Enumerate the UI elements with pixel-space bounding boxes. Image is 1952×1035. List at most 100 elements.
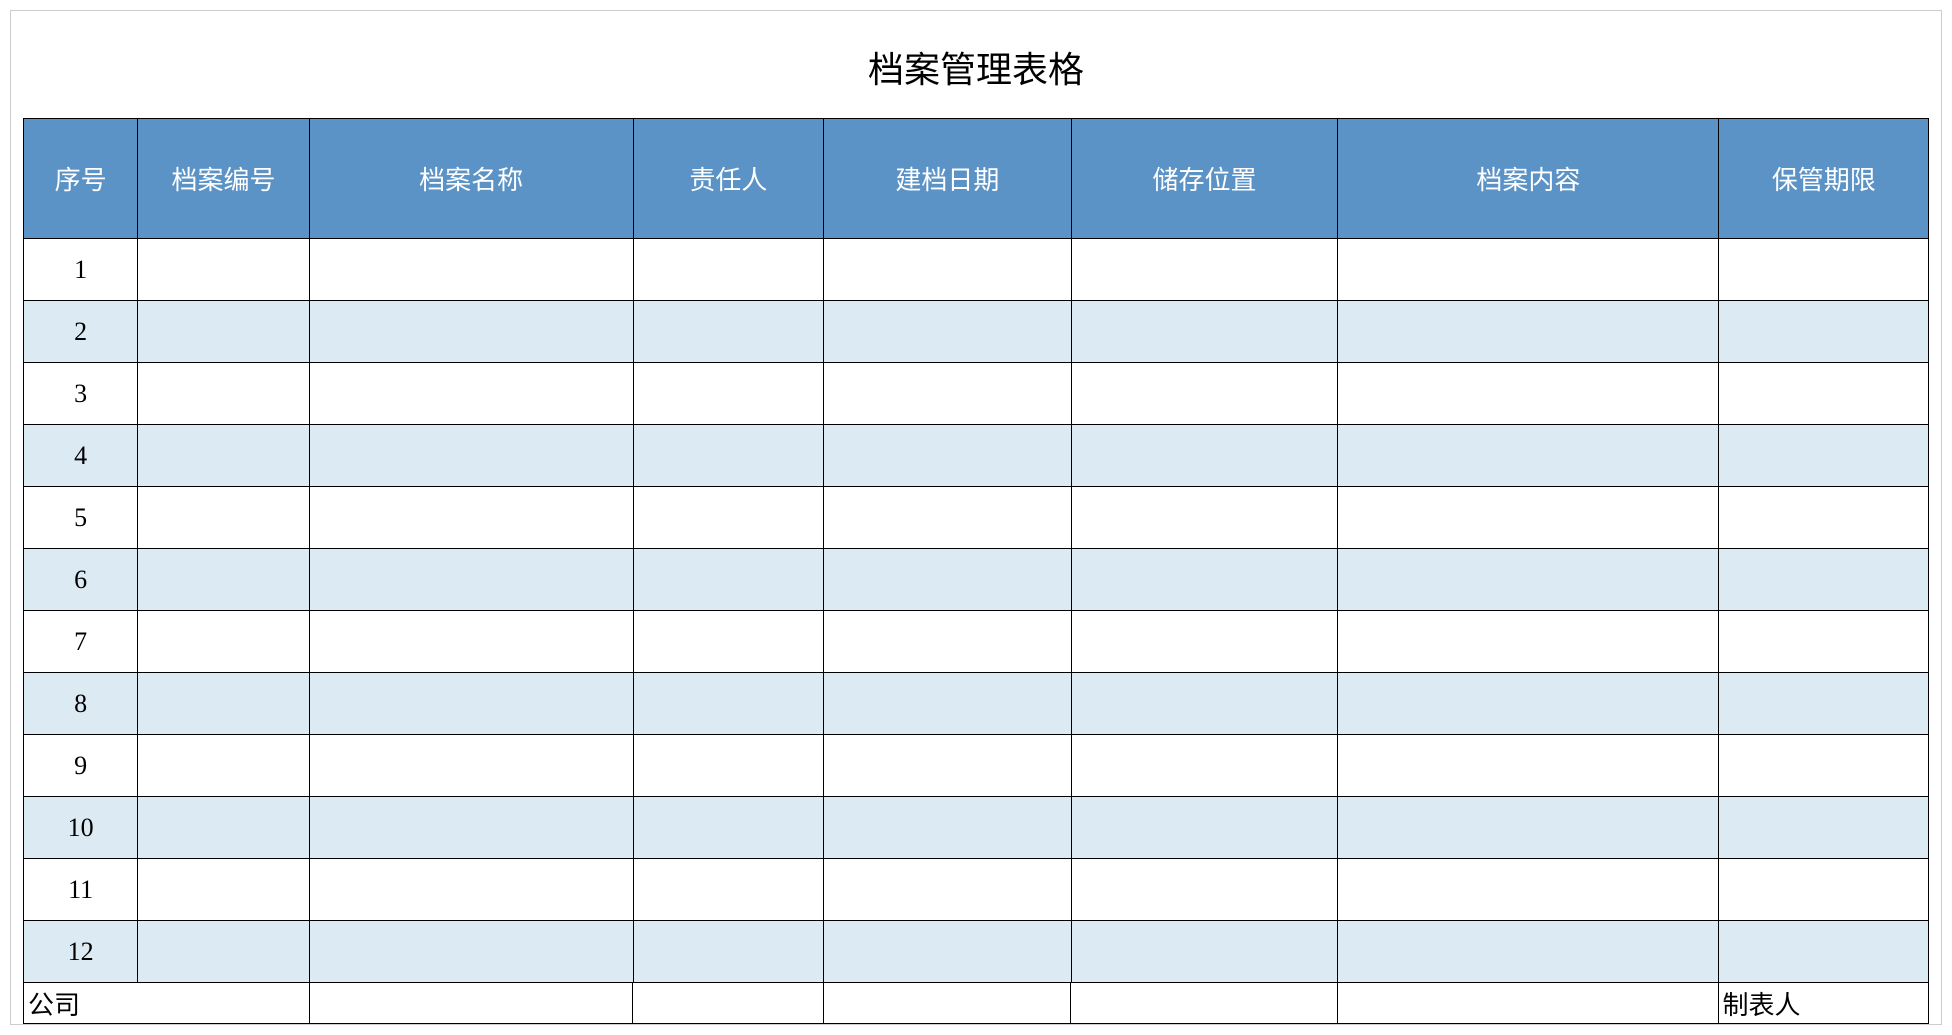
cell-seq: 10 [24, 797, 138, 859]
cell-loc [1071, 611, 1338, 673]
col-header-name: 档案名称 [309, 119, 633, 239]
cell-date [824, 301, 1072, 363]
cell-content [1338, 921, 1719, 983]
table-row: 6 [24, 549, 1929, 611]
cell-date [824, 797, 1072, 859]
cell-period [1719, 301, 1929, 363]
cell-date [824, 859, 1072, 921]
footer-preparer-label: 制表人 [1719, 983, 1928, 1023]
cell-seq: 9 [24, 735, 138, 797]
cell-loc [1071, 301, 1338, 363]
cell-date [824, 487, 1072, 549]
cell-name [309, 921, 633, 983]
cell-seq: 1 [24, 239, 138, 301]
cell-loc [1071, 673, 1338, 735]
cell-content [1338, 859, 1719, 921]
cell-num [138, 363, 309, 425]
cell-loc [1071, 859, 1338, 921]
cell-owner [633, 921, 824, 983]
cell-owner [633, 673, 824, 735]
cell-owner [633, 549, 824, 611]
cell-content [1338, 549, 1719, 611]
col-header-seq: 序号 [24, 119, 138, 239]
cell-name [309, 611, 633, 673]
cell-content [1338, 487, 1719, 549]
page-title: 档案管理表格 [11, 11, 1941, 118]
cell-period [1719, 859, 1929, 921]
col-header-owner: 责任人 [633, 119, 824, 239]
footer-blank [1071, 983, 1338, 1023]
cell-date [824, 921, 1072, 983]
cell-name [309, 673, 633, 735]
cell-content [1338, 673, 1719, 735]
cell-content [1338, 239, 1719, 301]
cell-owner [633, 735, 824, 797]
cell-num [138, 239, 309, 301]
col-header-content: 档案内容 [1338, 119, 1719, 239]
cell-name [309, 859, 633, 921]
cell-content [1338, 301, 1719, 363]
table-row: 8 [24, 673, 1929, 735]
table-row: 4 [24, 425, 1929, 487]
cell-owner [633, 301, 824, 363]
cell-period [1719, 425, 1929, 487]
cell-name [309, 797, 633, 859]
cell-period [1719, 239, 1929, 301]
table-row: 9 [24, 735, 1929, 797]
cell-period [1719, 921, 1929, 983]
cell-seq: 4 [24, 425, 138, 487]
table-row: 10 [24, 797, 1929, 859]
cell-owner [633, 487, 824, 549]
cell-date [824, 611, 1072, 673]
cell-period [1719, 797, 1929, 859]
cell-num [138, 735, 309, 797]
records-table: 序号 档案编号 档案名称 责任人 建档日期 储存位置 档案内容 保管期限 123… [23, 118, 1929, 983]
footer-blank [824, 983, 1072, 1023]
cell-loc [1071, 921, 1338, 983]
cell-num [138, 921, 309, 983]
cell-loc [1071, 549, 1338, 611]
cell-seq: 12 [24, 921, 138, 983]
cell-owner [633, 425, 824, 487]
cell-num [138, 301, 309, 363]
col-header-period: 保管期限 [1719, 119, 1929, 239]
cell-name [309, 239, 633, 301]
cell-num [138, 549, 309, 611]
cell-loc [1071, 487, 1338, 549]
cell-name [309, 735, 633, 797]
col-header-date: 建档日期 [824, 119, 1072, 239]
cell-content [1338, 735, 1719, 797]
cell-period [1719, 487, 1929, 549]
cell-owner [633, 611, 824, 673]
table-row: 3 [24, 363, 1929, 425]
cell-date [824, 673, 1072, 735]
cell-seq: 2 [24, 301, 138, 363]
footer-blank [633, 983, 823, 1023]
cell-name [309, 549, 633, 611]
col-header-loc: 储存位置 [1071, 119, 1338, 239]
cell-content [1338, 363, 1719, 425]
footer-blank [310, 983, 634, 1023]
table-row: 12 [24, 921, 1929, 983]
cell-name [309, 487, 633, 549]
cell-num [138, 797, 309, 859]
cell-date [824, 549, 1072, 611]
cell-content [1338, 797, 1719, 859]
cell-seq: 11 [24, 859, 138, 921]
cell-date [824, 425, 1072, 487]
cell-loc [1071, 239, 1338, 301]
footer-company-label: 公司 [24, 983, 310, 1023]
cell-date [824, 735, 1072, 797]
cell-content [1338, 611, 1719, 673]
cell-loc [1071, 797, 1338, 859]
cell-seq: 7 [24, 611, 138, 673]
cell-name [309, 301, 633, 363]
cell-date [824, 363, 1072, 425]
table-row: 2 [24, 301, 1929, 363]
cell-seq: 8 [24, 673, 138, 735]
cell-num [138, 611, 309, 673]
cell-content [1338, 425, 1719, 487]
cell-period [1719, 735, 1929, 797]
cell-date [824, 239, 1072, 301]
cell-period [1719, 673, 1929, 735]
